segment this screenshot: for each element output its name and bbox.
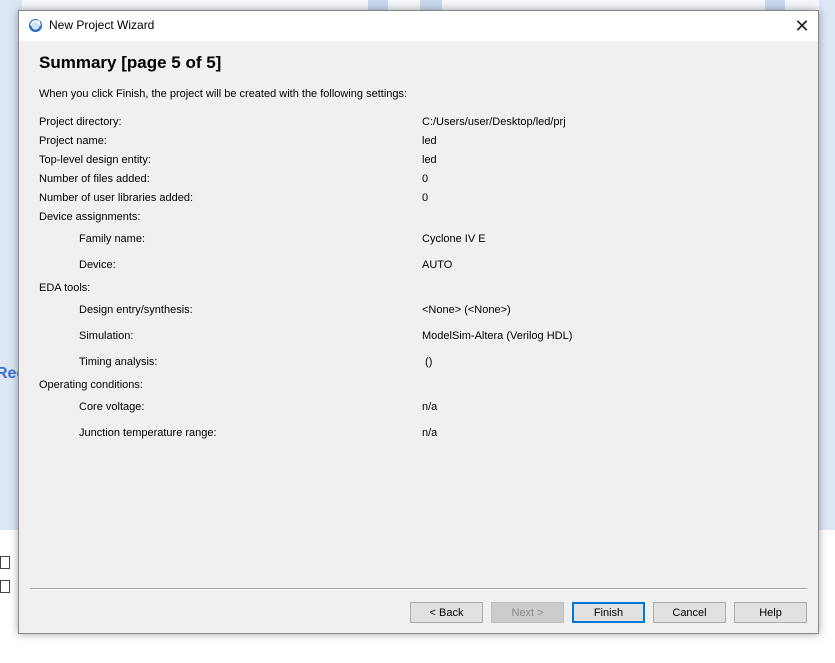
setting-label: Simulation: (79, 330, 134, 342)
setting-label: Timing analysis: (79, 356, 158, 368)
setting-value: 0 (422, 192, 429, 204)
finish-button[interactable]: Finish (572, 602, 645, 623)
button-area-separator (30, 588, 807, 590)
setting-value: n/a (422, 401, 438, 413)
background-tab (368, 0, 388, 10)
close-button[interactable]: ✕ (786, 11, 818, 41)
new-project-wizard-dialog: New Project Wizard ✕ Summary [page 5 of … (18, 10, 819, 634)
cancel-button[interactable]: Cancel (653, 602, 726, 623)
title-bar: New Project Wizard ✕ (19, 11, 818, 41)
setting-section-label: Device assignments: (39, 211, 141, 223)
setting-value: led (422, 154, 437, 166)
page-title: Summary [page 5 of 5] (39, 53, 222, 72)
window-title: New Project Wizard (49, 18, 155, 32)
background-panel-right (819, 0, 835, 530)
quartus-app-icon (28, 18, 43, 33)
setting-section-label: Operating conditions: (39, 379, 143, 391)
setting-value: ModelSim-Altera (Verilog HDL) (422, 330, 573, 342)
setting-section-label: EDA tools: (39, 282, 91, 294)
setting-label: Number of files added: (39, 173, 150, 185)
next-button[interactable]: Next > (491, 602, 564, 623)
setting-label: Number of user libraries added: (39, 192, 194, 204)
setting-value: C:/Users/user/Desktop/led/prj (422, 116, 566, 128)
setting-value: () (422, 356, 433, 368)
background-tab (765, 0, 785, 10)
setting-label: Junction temperature range: (79, 427, 217, 439)
setting-label: Family name: (79, 233, 146, 245)
setting-label: Project directory: (39, 116, 122, 128)
page-intro-text: When you click Finish, the project will … (39, 88, 408, 100)
setting-label: Core voltage: (79, 401, 145, 413)
setting-value: <None> (<None>) (422, 304, 511, 316)
setting-value: led (422, 135, 437, 147)
background-tab (420, 0, 442, 10)
setting-value: AUTO (422, 259, 453, 271)
setting-label: Design entry/synthesis: (79, 304, 193, 316)
setting-label: Device: (79, 259, 116, 271)
setting-label: Project name: (39, 135, 107, 147)
setting-value: Cyclone IV E (422, 233, 486, 245)
back-button[interactable]: < Back (410, 602, 483, 623)
setting-value: n/a (422, 427, 438, 439)
background-checkbox (0, 580, 10, 593)
setting-label: Top-level design entity: (39, 154, 151, 166)
background-checkbox (0, 556, 10, 569)
help-button[interactable]: Help (734, 602, 807, 623)
setting-value: 0 (422, 173, 429, 185)
